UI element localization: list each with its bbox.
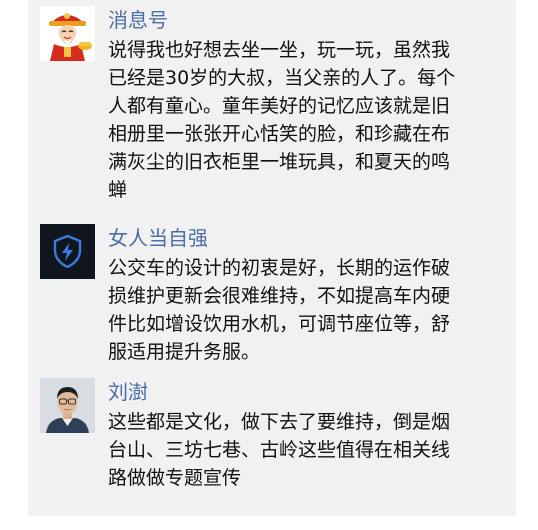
comment-text: 这些都是文化，做下去了要维持，倒是烟 台山、三坊七巷、古岭这些值得在相关线 路做… [108, 408, 510, 492]
comment-text: 公交车的设计的初衷是好，长期的运作破 损维护更新会很难维持，不如提高车内硬 件比… [108, 254, 510, 366]
username[interactable]: 女人当自强 [108, 224, 208, 252]
comment-item: 消息号 说得我也好想去坐一坐，玩一玩，虽然我 已经是30岁的大叔，当父亲的人了。… [40, 6, 510, 211]
comment-text-line: 件比如增设饮用水机，可调节座位等，舒 [108, 313, 451, 335]
comment-text-line: 这些都是文化，做下去了要维持，倒是烟 [108, 411, 451, 433]
comment-text-line: 台山、三坊七巷、古岭这些值得在相关线 [108, 439, 451, 461]
user-avatar[interactable] [40, 224, 95, 279]
shield-lightning-icon [53, 235, 82, 268]
comment-text: 说得我也好想去坐一坐，玩一玩，虽然我 已经是30岁的大叔，当父亲的人了。每个 人… [108, 36, 510, 204]
comment-text-line: 说得我也好想去坐一坐，玩一玩，虽然我 [108, 39, 451, 61]
comment-text-line: 人都有童心。童年美好的记忆应该就是旧 [108, 95, 451, 117]
comment-text-line: 蝉 [108, 179, 128, 201]
username[interactable]: 刘澍 [108, 378, 148, 406]
comment-text-line: 路做做专题宣传 [108, 467, 242, 489]
user-avatar[interactable] [40, 6, 95, 61]
comment-text-line: 相册里一张张开心恬笑的脸，和珍藏在布 [108, 123, 451, 145]
comment-text-line: 满灰尘的旧衣柜里一堆玩具，和夏天的鸣 [108, 151, 451, 173]
user-avatar[interactable] [40, 378, 95, 433]
person-photo-avatar [40, 378, 95, 433]
username[interactable]: 消息号 [108, 6, 168, 34]
app-icon-background [40, 224, 95, 279]
comment-text-line: 公交车的设计的初衷是好，长期的运作破 [108, 257, 451, 279]
comment-item: 女人当自强 公交车的设计的初衷是好，长期的运作破 损维护更新会很难维持，不如提高… [40, 224, 510, 370]
comment-text-line: 已经是30岁的大叔，当父亲的人了。每个 [108, 67, 456, 89]
fortune-god-avatar-icon [40, 6, 95, 61]
comment-text-line: 损维护更新会很难维持，不如提高车内硬 [108, 285, 451, 307]
comment-item: 刘澍 这些都是文化，做下去了要维持，倒是烟 台山、三坊七巷、古岭这些值得在相关线… [40, 378, 510, 498]
comment-text-line: 服适用提升务服。 [108, 341, 261, 363]
